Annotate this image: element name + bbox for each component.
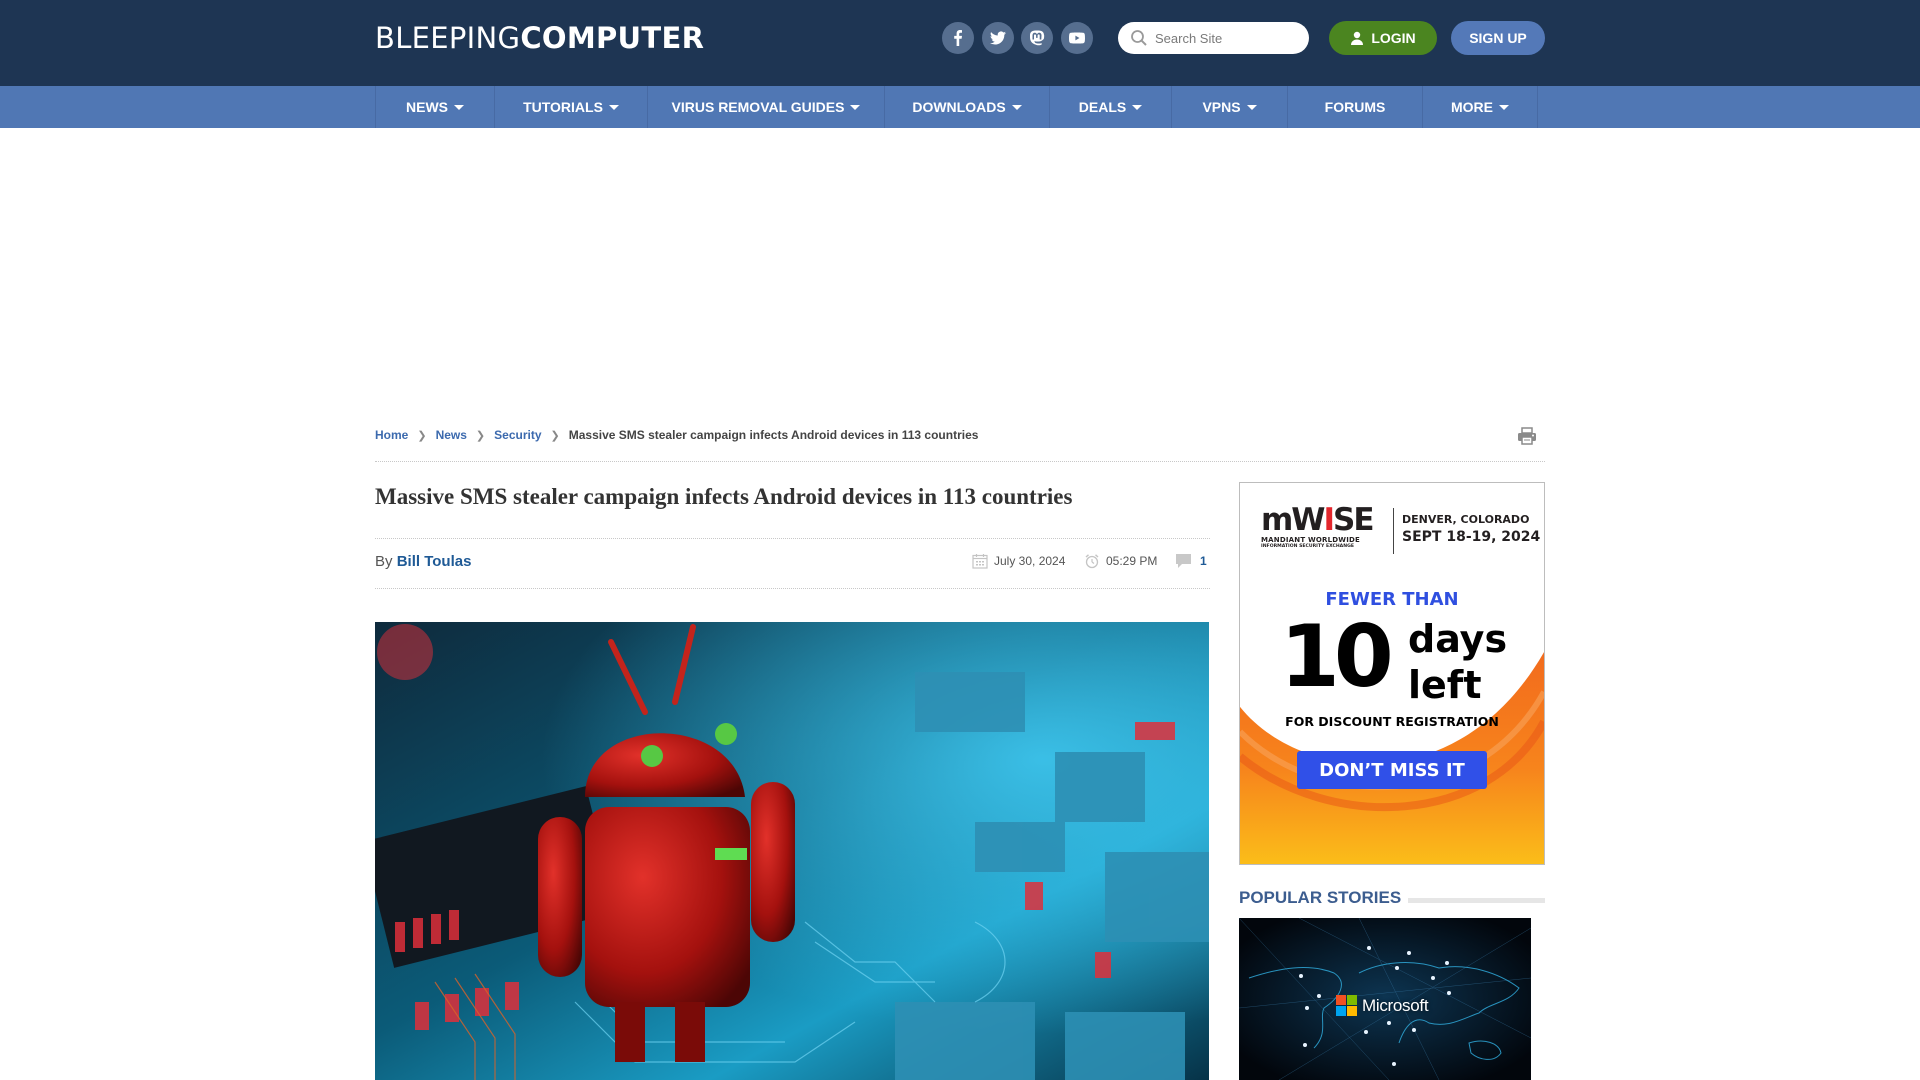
alarm-clock-icon xyxy=(1085,554,1099,569)
caret-down-icon xyxy=(1246,105,1257,110)
ad-brand-sub2: INFORMATION SECURITY EXCHANGE xyxy=(1261,544,1354,549)
search-input[interactable] xyxy=(1155,30,1295,46)
sidebar-ad-mwise[interactable]: mWISE MANDIANT WORLDWIDE INFORMATION SEC… xyxy=(1239,482,1545,865)
microsoft-squares-icon xyxy=(1336,995,1357,1016)
popular-stories-heading: POPULAR STORIES xyxy=(1239,888,1402,907)
printer-icon xyxy=(1518,427,1536,445)
breadcrumb-home[interactable]: Home xyxy=(375,428,408,442)
ad-brand-sub1: MANDIANT WORLDWIDE xyxy=(1261,536,1360,544)
ad-dates: SEPT 18-19, 2024 xyxy=(1402,529,1541,545)
caret-down-icon xyxy=(608,105,619,110)
site-header: BLEEPINGCOMPUTER LOGIN SIGN UP xyxy=(0,0,1920,86)
signup-button[interactable]: SIGN UP xyxy=(1451,21,1545,55)
youtube-link[interactable] xyxy=(1061,22,1093,54)
login-button[interactable]: LOGIN xyxy=(1329,21,1437,55)
twitter-link[interactable] xyxy=(982,22,1014,54)
print-button[interactable] xyxy=(1516,425,1538,447)
breadcrumb-divider xyxy=(375,461,1545,462)
chevron-right-icon: ❯ xyxy=(550,429,560,442)
nav-item-vpns[interactable]: VPNS xyxy=(1171,86,1287,128)
article-time: 05:29 PM xyxy=(1084,553,1157,569)
ad-divider xyxy=(1393,508,1394,554)
microsoft-text: Microsoft xyxy=(1362,995,1429,1015)
breadcrumb-news[interactable]: News xyxy=(436,428,467,442)
nav-divider xyxy=(1537,86,1538,128)
nav-item-virus-removal-guides[interactable]: VIRUS REMOVAL GUIDES xyxy=(647,86,884,128)
caret-down-icon xyxy=(1132,105,1143,110)
android-circuit-illustration xyxy=(375,622,1209,1080)
ad-days: days xyxy=(1408,617,1508,661)
article-date: July 30, 2024 xyxy=(972,553,1065,569)
nav-item-news[interactable]: NEWS xyxy=(375,86,494,128)
comment-icon xyxy=(1176,554,1191,568)
nav-label: DEALS xyxy=(1078,99,1127,115)
popular-stories-rule xyxy=(1408,898,1545,903)
mastodon-icon xyxy=(1029,30,1045,46)
logo-bold-text: COMPUTER xyxy=(520,21,705,55)
author-link[interactable]: Bill Toulas xyxy=(397,553,472,570)
byline-divider xyxy=(375,588,1210,589)
nav-label: VIRUS REMOVAL GUIDES xyxy=(671,99,845,115)
nav-item-tutorials[interactable]: TUTORIALS xyxy=(494,86,647,128)
ad-registration: FOR DISCOUNT REGISTRATION xyxy=(1285,714,1499,729)
nav-label: FORUMS xyxy=(1324,99,1386,115)
nav-item-forums[interactable]: FORUMS xyxy=(1287,86,1422,128)
comments-link[interactable]: 1 xyxy=(1175,553,1207,569)
chevron-right-icon: ❯ xyxy=(417,429,427,442)
by-label: By xyxy=(375,553,393,570)
ad-brand-accent: I xyxy=(1323,502,1335,538)
mastodon-link[interactable] xyxy=(1021,22,1053,54)
login-label: LOGIN xyxy=(1371,30,1416,46)
breadcrumb-security[interactable]: Security xyxy=(494,428,541,442)
comment-count: 1 xyxy=(1200,554,1207,568)
breadcrumb-current: Massive SMS stealer campaign infects And… xyxy=(568,428,979,442)
signup-label: SIGN UP xyxy=(1469,30,1527,46)
ad-left: left xyxy=(1408,663,1482,707)
calendar-icon xyxy=(972,554,988,569)
caret-down-icon xyxy=(454,105,464,110)
breadcrumb: Home ❯ News ❯ Security ❯ Massive SMS ste… xyxy=(375,428,978,442)
ad-number: 10 xyxy=(1280,607,1394,707)
logo-thin-text: BLEEPING xyxy=(375,21,521,55)
nav-label: NEWS xyxy=(406,99,448,115)
microsoft-logo: Microsoft xyxy=(1336,995,1429,1016)
main-nav: NEWS TUTORIALS VIRUS REMOVAL GUIDES DOWN… xyxy=(0,86,1920,128)
search-icon xyxy=(1131,30,1147,46)
byline: By Bill Toulas xyxy=(375,553,471,570)
search-box[interactable] xyxy=(1118,22,1309,54)
ad-location: DENVER, COLORADO xyxy=(1402,513,1530,526)
chevron-right-icon: ❯ xyxy=(475,429,486,442)
nav-item-deals[interactable]: DEALS xyxy=(1049,86,1171,128)
facebook-link[interactable] xyxy=(942,22,974,54)
caret-down-icon xyxy=(1499,105,1509,110)
time-text: 05:29 PM xyxy=(1106,554,1158,568)
nav-item-more[interactable]: MORE xyxy=(1422,86,1537,128)
facebook-icon xyxy=(954,30,962,46)
mwise-logo: mWISE MANDIANT WORLDWIDE INFORMATION SEC… xyxy=(1261,502,1375,549)
caret-down-icon xyxy=(850,105,861,110)
nav-label: TUTORIALS xyxy=(523,99,603,115)
article-hero-image xyxy=(375,622,1209,1080)
ad-cta-button[interactable]: DON’T MISS IT xyxy=(1297,751,1487,789)
ad-brand: mWISE xyxy=(1261,502,1375,538)
user-icon xyxy=(1351,31,1364,45)
twitter-icon xyxy=(990,31,1006,45)
nav-label: MORE xyxy=(1451,99,1493,115)
date-text: July 30, 2024 xyxy=(994,554,1066,568)
nav-label: VPNS xyxy=(1202,99,1241,115)
title-divider xyxy=(375,538,1210,539)
nav-item-downloads[interactable]: DOWNLOADS xyxy=(884,86,1049,128)
popular-story-image[interactable]: Microsoft xyxy=(1239,918,1531,1080)
article-title: Massive SMS stealer campaign infects And… xyxy=(375,484,1073,509)
site-logo[interactable]: BLEEPINGCOMPUTER xyxy=(375,20,704,56)
caret-down-icon xyxy=(1011,105,1022,110)
nav-label: DOWNLOADS xyxy=(912,99,1006,115)
youtube-icon xyxy=(1069,32,1085,44)
